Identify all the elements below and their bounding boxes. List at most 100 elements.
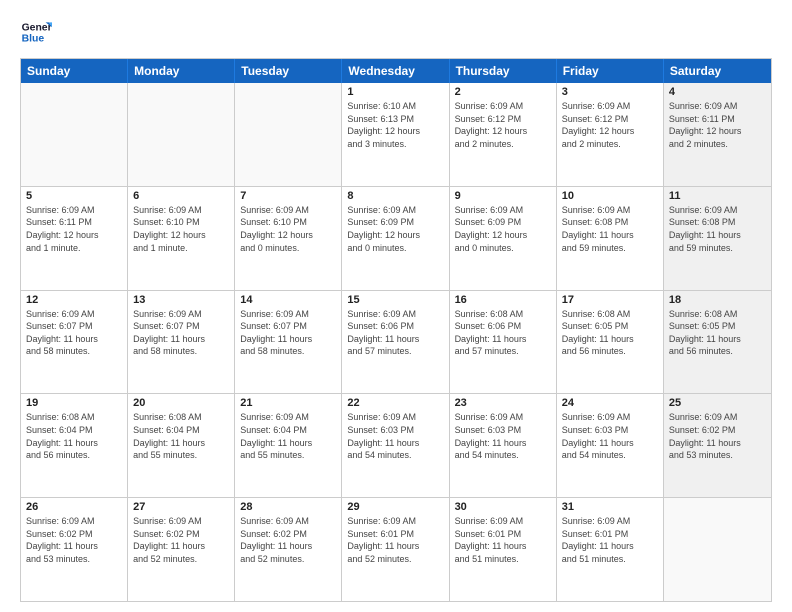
day-info: Sunrise: 6:08 AM Sunset: 6:05 PM Dayligh… <box>669 308 766 358</box>
day-cell: 20 Sunrise: 6:08 AM Sunset: 6:04 PM Dayli… <box>128 394 235 497</box>
day-info: Sunrise: 6:08 AM Sunset: 6:06 PM Dayligh… <box>455 308 551 358</box>
day-cell: 18 Sunrise: 6:08 AM Sunset: 6:05 PM Dayli… <box>664 291 771 394</box>
day-info: Sunrise: 6:09 AM Sunset: 6:12 PM Dayligh… <box>562 100 658 150</box>
day-info: Sunrise: 6:09 AM Sunset: 6:01 PM Dayligh… <box>562 515 658 565</box>
day-cell: 2 Sunrise: 6:09 AM Sunset: 6:12 PM Daylig… <box>450 83 557 186</box>
day-header: Saturday <box>664 59 771 83</box>
day-number: 5 <box>26 190 122 202</box>
day-number: 8 <box>347 190 443 202</box>
day-cell: 26Sunrise: 6:09 AM Sunset: 6:02 PM Dayli… <box>21 498 128 601</box>
day-number: 3 <box>562 86 658 98</box>
svg-text:General: General <box>22 22 52 33</box>
day-info: Sunrise: 6:09 AM Sunset: 6:07 PM Dayligh… <box>26 308 122 358</box>
day-number: 21 <box>240 397 336 409</box>
day-header: Sunday <box>21 59 128 83</box>
day-headers-row: SundayMondayTuesdayWednesdayThursdayFrid… <box>21 59 771 83</box>
day-number: 25 <box>669 397 766 409</box>
day-number: 28 <box>240 501 336 513</box>
day-cell: 28 Sunrise: 6:09 AM Sunset: 6:02 PM Dayli… <box>235 498 342 601</box>
day-info: Sunrise: 6:08 AM Sunset: 6:04 PM Dayligh… <box>26 411 122 461</box>
day-cell: 25 Sunrise: 6:09 AM Sunset: 6:02 PM Dayli… <box>664 394 771 497</box>
day-info: Sunrise: 6:09 AM Sunset: 6:09 PM Dayligh… <box>455 204 551 254</box>
day-number: 19 <box>26 397 122 409</box>
day-header: Monday <box>128 59 235 83</box>
svg-text:Blue: Blue <box>22 34 45 45</box>
day-info: Sunrise: 6:09 AM Sunset: 6:12 PM Dayligh… <box>455 100 551 150</box>
day-number: 9 <box>455 190 551 202</box>
day-number: 15 <box>347 294 443 306</box>
day-number: 14 <box>240 294 336 306</box>
day-cell: 23 Sunrise: 6:09 AM Sunset: 6:03 PM Dayli… <box>450 394 557 497</box>
day-number: 26 <box>26 501 122 513</box>
day-cell: 15Sunrise: 6:09 AM Sunset: 6:06 PM Dayli… <box>342 291 449 394</box>
day-info: Sunrise: 6:09 AM Sunset: 6:02 PM Dayligh… <box>669 411 766 461</box>
day-info: Sunrise: 6:09 AM Sunset: 6:03 PM Dayligh… <box>562 411 658 461</box>
day-info: Sunrise: 6:09 AM Sunset: 6:07 PM Dayligh… <box>240 308 336 358</box>
day-number: 7 <box>240 190 336 202</box>
day-number: 4 <box>669 86 766 98</box>
day-info: Sunrise: 6:09 AM Sunset: 6:09 PM Dayligh… <box>347 204 443 254</box>
logo: General Blue <box>20 16 52 48</box>
week-row: 5 Sunrise: 6:09 AM Sunset: 6:11 PM Daylig… <box>21 187 771 291</box>
day-header: Thursday <box>450 59 557 83</box>
day-number: 11 <box>669 190 766 202</box>
day-number: 12 <box>26 294 122 306</box>
day-info: Sunrise: 6:09 AM Sunset: 6:02 PM Dayligh… <box>240 515 336 565</box>
day-number: 1 <box>347 86 443 98</box>
calendar: SundayMondayTuesdayWednesdayThursdayFrid… <box>20 58 772 602</box>
day-cell: 13 Sunrise: 6:09 AM Sunset: 6:07 PM Dayli… <box>128 291 235 394</box>
day-number: 31 <box>562 501 658 513</box>
calendar-weeks: 1 Sunrise: 6:10 AM Sunset: 6:13 PM Daylig… <box>21 83 771 601</box>
week-row: 26 Sunrise: 6:09 AM Sunset: 6:02 PM Dayli… <box>21 498 771 601</box>
day-cell: 21 Sunrise: 6:09 AM Sunset: 6:04 PM Dayli… <box>235 394 342 497</box>
day-info: Sunrise: 6:09 AM Sunset: 6:03 PM Dayligh… <box>455 411 551 461</box>
day-info: Sunrise: 6:10 AM Sunset: 6:13 PM Dayligh… <box>347 100 443 150</box>
day-number: 23 <box>455 397 551 409</box>
day-number: 22 <box>347 397 443 409</box>
week-row: 12 Sunrise: 6:09 AM Sunset: 6:07 PM Dayli… <box>21 291 771 395</box>
day-info: Sunrise: 6:09 AM Sunset: 6:11 PM Dayligh… <box>669 100 766 150</box>
day-cell: 10 Sunrise: 6:09 AM Sunset: 6:08 PM Dayli… <box>557 187 664 290</box>
day-info: Sunrise: 6:09 AM Sunset: 6:10 PM Dayligh… <box>133 204 229 254</box>
day-cell: 8 Sunrise: 6:09 AM Sunset: 6:09 PM Daylig… <box>342 187 449 290</box>
day-info: Sunrise: 6:09 AM Sunset: 6:08 PM Dayligh… <box>669 204 766 254</box>
day-number: 10 <box>562 190 658 202</box>
day-cell: 1 Sunrise: 6:10 AM Sunset: 6:13 PM Daylig… <box>342 83 449 186</box>
day-number: 2 <box>455 86 551 98</box>
page-header: General Blue <box>20 16 772 48</box>
day-number: 30 <box>455 501 551 513</box>
day-cell: 7 Sunrise: 6:09 AM Sunset: 6:10 PM Daylig… <box>235 187 342 290</box>
day-info: Sunrise: 6:09 AM Sunset: 6:11 PM Dayligh… <box>26 204 122 254</box>
day-cell: 12 Sunrise: 6:09 AM Sunset: 6:07 PM Dayli… <box>21 291 128 394</box>
day-cell: 4 Sunrise: 6:09 AM Sunset: 6:11 PM Daylig… <box>664 83 771 186</box>
day-info: Sunrise: 6:08 AM Sunset: 6:04 PM Dayligh… <box>133 411 229 461</box>
day-number: 18 <box>669 294 766 306</box>
day-header: Wednesday <box>342 59 449 83</box>
week-row: 1 Sunrise: 6:10 AM Sunset: 6:13 PM Daylig… <box>21 83 771 187</box>
day-cell: 19 Sunrise: 6:08 AM Sunset: 6:04 PM Dayli… <box>21 394 128 497</box>
day-number: 24 <box>562 397 658 409</box>
day-cell: 29 Sunrise: 6:09 AM Sunset: 6:01 PM Dayli… <box>342 498 449 601</box>
day-cell: 22Sunrise: 6:09 AM Sunset: 6:03 PM Dayli… <box>342 394 449 497</box>
day-info: Sunrise: 6:09 AM Sunset: 6:08 PM Dayligh… <box>562 204 658 254</box>
day-cell <box>235 83 342 186</box>
day-cell: 6 Sunrise: 6:09 AM Sunset: 6:10 PM Daylig… <box>128 187 235 290</box>
day-number: 29 <box>347 501 443 513</box>
day-number: 6 <box>133 190 229 202</box>
day-info: Sunrise: 6:09 AM Sunset: 6:10 PM Dayligh… <box>240 204 336 254</box>
day-number: 13 <box>133 294 229 306</box>
day-info: Sunrise: 6:08 AM Sunset: 6:05 PM Dayligh… <box>562 308 658 358</box>
day-cell: 5 Sunrise: 6:09 AM Sunset: 6:11 PM Daylig… <box>21 187 128 290</box>
day-number: 17 <box>562 294 658 306</box>
day-cell: 14 Sunrise: 6:09 AM Sunset: 6:07 PM Dayli… <box>235 291 342 394</box>
day-cell: 16Sunrise: 6:08 AM Sunset: 6:06 PM Dayli… <box>450 291 557 394</box>
day-info: Sunrise: 6:09 AM Sunset: 6:01 PM Dayligh… <box>347 515 443 565</box>
day-info: Sunrise: 6:09 AM Sunset: 6:07 PM Dayligh… <box>133 308 229 358</box>
day-info: Sunrise: 6:09 AM Sunset: 6:04 PM Dayligh… <box>240 411 336 461</box>
day-cell <box>21 83 128 186</box>
day-cell: 17 Sunrise: 6:08 AM Sunset: 6:05 PM Dayli… <box>557 291 664 394</box>
day-number: 27 <box>133 501 229 513</box>
day-header: Friday <box>557 59 664 83</box>
day-cell: 3 Sunrise: 6:09 AM Sunset: 6:12 PM Daylig… <box>557 83 664 186</box>
day-number: 20 <box>133 397 229 409</box>
